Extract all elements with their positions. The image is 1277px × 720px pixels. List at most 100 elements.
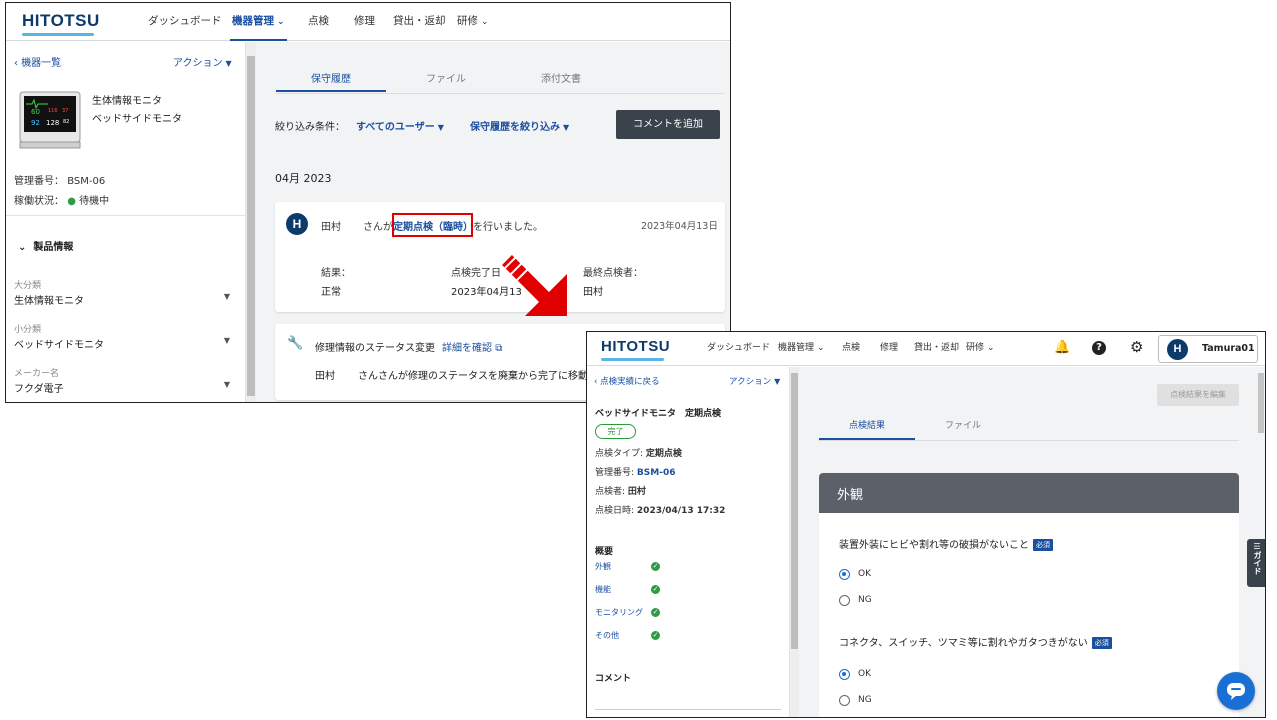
nav-repair[interactable]: 修理 xyxy=(354,3,375,41)
user-name: Tamura01 xyxy=(1202,343,1255,354)
nav-repair[interactable]: 修理 xyxy=(880,332,898,366)
bell-icon[interactable]: 🔔 xyxy=(1054,340,1070,355)
device-category: 生体情報モニタ xyxy=(92,96,162,107)
last-inspector-value: 田村 xyxy=(583,287,603,298)
view-details-link[interactable]: 詳細を確認 ⧉ xyxy=(442,339,502,354)
nav-inspection[interactable]: 点検 xyxy=(842,332,860,366)
last-inspector-label: 最終点検者： xyxy=(583,268,643,279)
hitotsu-logo[interactable]: HITOTSU xyxy=(601,338,670,361)
tab-results[interactable]: 点検結果 xyxy=(819,418,915,440)
check-icon: ✓ xyxy=(651,562,660,571)
entry-user: 田村 xyxy=(321,222,341,233)
guide-icon: ☰ xyxy=(1253,542,1261,551)
caret-down-icon: ▼ xyxy=(437,123,444,132)
repair-entry-text: さんさんが修理のステータスを廃棄から完了に移動 xyxy=(358,371,588,382)
device-name: ベッドサイドモニタ xyxy=(92,114,182,125)
sidebar-scrollbar[interactable] xyxy=(790,367,799,717)
check-icon: ✓ xyxy=(651,608,660,617)
required-badge: 必須 xyxy=(1091,637,1112,649)
check-icon: ✓ xyxy=(651,585,660,594)
device-image: 60 116 37 92 128 82 xyxy=(18,88,82,150)
external-link-icon: ⧉ xyxy=(495,343,503,354)
product-info-toggle[interactable]: ⌄ 製品情報 xyxy=(18,238,73,253)
inspector-row: 点検者: 田村 xyxy=(595,487,646,497)
caret-down-icon: ▼ xyxy=(774,377,781,386)
back-to-results-link[interactable]: ‹ 点検実績に戻る xyxy=(594,375,660,387)
major-category-select[interactable]: 生体情報モニタ ▼ xyxy=(14,292,230,307)
help-icon[interactable]: ? xyxy=(1092,341,1106,355)
management-number-link[interactable]: BSM-06 xyxy=(637,468,676,478)
management-number-row: 管理番号: BSM-06 xyxy=(595,468,676,478)
tab-files[interactable]: ファイル xyxy=(391,70,501,92)
sidebar-scrollbar[interactable] xyxy=(246,42,256,402)
caret-down-icon: ▼ xyxy=(223,380,230,389)
nav-dashboard[interactable]: ダッシュボード xyxy=(707,332,770,366)
chat-bubble-icon xyxy=(1227,683,1245,700)
nav-dashboard[interactable]: ダッシュボード xyxy=(148,3,222,41)
nav-equipment[interactable]: 機器管理 ⌄ xyxy=(778,332,825,366)
nav-training[interactable]: 研修 ⌄ xyxy=(457,3,489,41)
repair-entry-user: 田村 xyxy=(315,371,335,382)
filter-history-dropdown[interactable]: 保守履歴を絞り込み ▼ xyxy=(470,118,569,133)
scrollbar-thumb[interactable] xyxy=(247,56,255,396)
inspection-date-row: 点検日時: 2023/04/13 17:32 xyxy=(595,506,726,516)
avatar: H xyxy=(286,213,308,235)
inspection-title: ベッドサイドモニタ 定期点検 xyxy=(595,409,722,419)
inspection-detail-window: HITOTSU ダッシュボード 機器管理 ⌄ 点検 修理 貸出・返却 研修 ⌄ 🔔 … xyxy=(586,331,1266,718)
chat-button[interactable] xyxy=(1217,672,1255,710)
highlight-box xyxy=(392,213,473,237)
tab-attachments[interactable]: 添付文書 xyxy=(506,70,616,92)
field-label: 大分類 xyxy=(14,281,42,291)
top-navigation: HITOTSU ダッシュボード 機器管理 ⌄ 点検 修理 貸出・返却 研修 ⌄ 🔔 … xyxy=(587,332,1265,366)
spo2-readout: 92 xyxy=(31,119,40,127)
checklist-panel: 装置外装にヒビや割れ等の破損がないこと 必須 OK NG コネクタ、スイッチ、ツマ… xyxy=(819,513,1239,717)
summary-item[interactable]: 外観 xyxy=(595,561,611,572)
radio-ok[interactable] xyxy=(839,669,850,680)
month-header: 04月 2023 xyxy=(275,172,332,185)
completion-date-label: 点検完了日 xyxy=(451,268,501,279)
status-badge: 完了 xyxy=(595,424,636,439)
chevron-down-icon: ⌄ xyxy=(481,17,489,27)
scrollbar-thumb[interactable] xyxy=(1258,373,1264,433)
comment-title: コメント xyxy=(595,674,632,684)
summary-item[interactable]: その他 xyxy=(595,630,619,641)
edit-results-button[interactable]: 点検結果を編集 xyxy=(1157,384,1239,406)
hr-readout: 60 xyxy=(31,108,40,116)
radio-ng[interactable] xyxy=(839,595,850,606)
action-menu[interactable]: アクション ▼ xyxy=(173,54,232,69)
nav-training[interactable]: 研修 ⌄ xyxy=(966,332,995,366)
summary-title: 概要 xyxy=(595,547,614,557)
operation-status-row: 稼働状況： ● 待機中 xyxy=(14,196,110,207)
top-navigation: HITOTSU ダッシュボード 機器管理 ⌄ 点検 修理 貸出・返却 研修 ⌄ xyxy=(6,3,730,41)
hitotsu-logo[interactable]: HITOTSU xyxy=(22,11,100,36)
nav-lending[interactable]: 貸出・返却 xyxy=(914,332,959,366)
gear-icon[interactable]: ⚙ xyxy=(1130,338,1143,356)
maker-select[interactable]: フクダ電子 ▼ xyxy=(14,380,230,395)
question-text: 装置外装にヒビや割れ等の破損がないこと 必須 xyxy=(839,536,1053,551)
add-comment-button[interactable]: コメントを追加 xyxy=(616,110,720,139)
required-badge: 必須 xyxy=(1033,539,1053,551)
tab-files[interactable]: ファイル xyxy=(915,418,1011,440)
summary-item[interactable]: 機能 xyxy=(595,584,611,595)
chevron-down-icon: ⌄ xyxy=(18,242,27,253)
filter-users-dropdown[interactable]: すべてのユーザー ▼ xyxy=(356,118,444,133)
scrollbar-thumb[interactable] xyxy=(791,373,798,649)
caret-down-icon: ▼ xyxy=(223,292,230,301)
summary-item[interactable]: モニタリング xyxy=(595,607,643,618)
guide-label: ガイド xyxy=(1253,551,1262,575)
field-label: 小分類 xyxy=(14,325,42,335)
radio-ok[interactable] xyxy=(839,569,850,580)
inspection-main: 点検結果を編集 点検結果 ファイル 外観 装置外装にヒビや割れ等の破損がないこと… xyxy=(799,367,1265,717)
tab-maintenance-history[interactable]: 保守履歴 xyxy=(276,70,386,92)
red-arrow-icon xyxy=(500,255,567,316)
back-to-list-link[interactable]: ‹ 機器一覧 xyxy=(14,54,61,69)
nav-equipment[interactable]: 機器管理 ⌄ xyxy=(230,3,287,41)
action-menu[interactable]: アクション ▼ xyxy=(729,375,780,387)
minor-category-select[interactable]: ベッドサイドモニタ ▼ xyxy=(14,336,230,351)
guide-tab[interactable]: ☰ ガイド xyxy=(1247,539,1265,587)
nav-lending[interactable]: 貸出・返却 xyxy=(393,3,446,41)
user-menu[interactable]: H Tamura01 xyxy=(1158,335,1258,363)
result-value: 正常 xyxy=(321,287,341,298)
nav-inspection[interactable]: 点検 xyxy=(308,3,329,41)
radio-ng[interactable] xyxy=(839,695,850,706)
